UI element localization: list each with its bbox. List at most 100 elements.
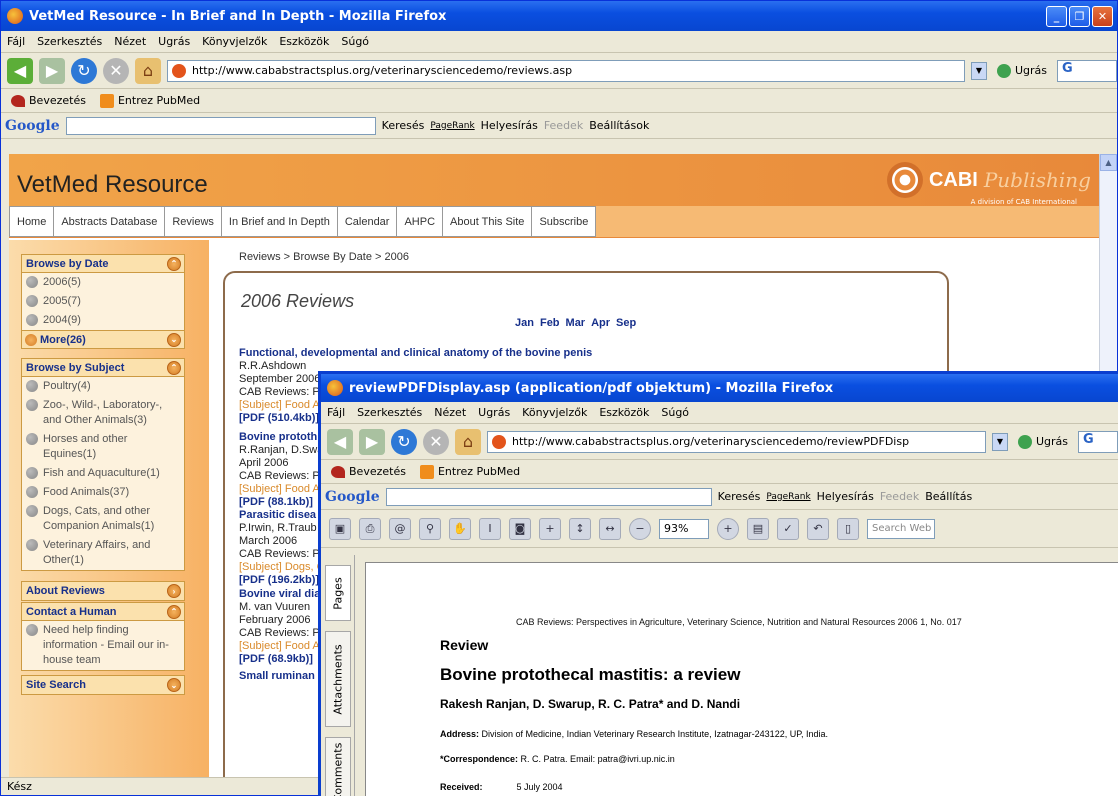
fit-width-icon[interactable]: ↔	[599, 517, 621, 540]
google-toolbar-input[interactable]	[65, 116, 376, 135]
bookmark-pubmed[interactable]: Entrez PubMed	[419, 464, 520, 479]
fit-page-icon[interactable]: ↕	[569, 517, 591, 540]
search-web-input[interactable]: Search Web	[867, 518, 935, 539]
bookmark-intro[interactable]: Bevezetés	[11, 94, 86, 107]
find-icon[interactable]: ⚲	[419, 517, 441, 540]
tab-pages[interactable]: Pages	[325, 565, 351, 621]
search-button[interactable]: Keresés	[718, 490, 761, 503]
nav-ahpc[interactable]: AHPC	[397, 206, 444, 237]
print-icon[interactable]: ⎙	[359, 517, 381, 540]
collapse-icon[interactable]: ⌃	[167, 256, 181, 271]
review-subject[interactable]: [Subject] Food A	[239, 640, 320, 653]
stop-icon[interactable]: ✕	[423, 428, 449, 455]
review-title[interactable]: Bovine viral dia	[239, 588, 320, 601]
cabi-logo[interactable]: CABI Publishing A division of CAB Intern…	[886, 162, 1091, 206]
reload-icon[interactable]: ↻	[391, 428, 417, 455]
subject-item[interactable]: Dogs, Cats, and other Companion Animals(…	[22, 502, 184, 536]
tab-comments[interactable]: Comments	[325, 737, 351, 796]
expand-icon[interactable]: ⌄	[167, 678, 181, 692]
subject-item[interactable]: Fish and Aquaculture(1)	[22, 464, 184, 483]
zoom-level-field[interactable]: 93%	[659, 518, 709, 539]
menu-tools[interactable]: Eszközök	[599, 406, 649, 419]
back-arrow-icon[interactable]: ◀	[7, 57, 33, 84]
menu-tools[interactable]: Eszközök	[279, 35, 329, 48]
menu-file[interactable]: Fájl	[327, 406, 345, 419]
bookmark-intro[interactable]: Bevezetés	[331, 465, 406, 478]
site-title[interactable]: VetMed Resource	[17, 171, 208, 199]
menu-edit[interactable]: Szerkesztés	[37, 35, 102, 48]
undo-icon[interactable]: ↶	[807, 517, 829, 540]
page-layout-icon[interactable]: ▤	[747, 517, 769, 540]
menu-go[interactable]: Ugrás	[478, 406, 510, 419]
zoom-out-icon[interactable]: −	[629, 517, 651, 540]
menu-go[interactable]: Ugrás	[158, 35, 190, 48]
maximize-button[interactable]: ❐	[1069, 5, 1090, 27]
bookmark-pubmed[interactable]: Entrez PubMed	[99, 93, 200, 108]
menu-bookmarks[interactable]: Könyvjelzők	[202, 35, 267, 48]
collapse-icon[interactable]: ⌃	[167, 604, 181, 619]
menu-file[interactable]: Fájl	[7, 35, 25, 48]
menu-view[interactable]: Nézet	[114, 35, 146, 48]
zoom-in-tool-icon[interactable]: +	[539, 517, 561, 540]
nav-about[interactable]: About This Site	[443, 206, 533, 237]
search-button[interactable]: Keresés	[382, 119, 425, 132]
browse-by-subject-header[interactable]: Browse by Subject ⌃	[22, 359, 184, 377]
menu-help[interactable]: Súgó	[341, 35, 369, 48]
collapse-icon[interactable]: ⌃	[167, 360, 181, 375]
expand-icon[interactable]: ⌄	[167, 332, 181, 347]
address-dropdown-icon[interactable]: ▼	[991, 432, 1008, 451]
spellcheck-button[interactable]: Helyesírás	[817, 490, 874, 503]
contact-item[interactable]: Need help finding information - Email ou…	[22, 621, 184, 670]
review-title[interactable]: Parasitic disea	[239, 509, 325, 522]
settings-button[interactable]: Beállítás	[925, 490, 972, 503]
forward-arrow-icon[interactable]: ▶	[359, 428, 385, 455]
google-toolbar-input[interactable]	[385, 487, 712, 506]
review-pdf-link[interactable]: [PDF (88.1kb)]	[239, 496, 323, 509]
subject-item[interactable]: Horses and other Equines(1)	[22, 430, 184, 464]
arrow-right-icon[interactable]: ›	[167, 584, 181, 598]
nav-abstracts[interactable]: Abstracts Database	[54, 206, 166, 237]
more-dates[interactable]: More(26) ⌄	[22, 330, 184, 348]
stop-icon[interactable]: ✕	[103, 57, 129, 84]
menu-edit[interactable]: Szerkesztés	[357, 406, 422, 419]
menu-view[interactable]: Nézet	[434, 406, 466, 419]
feeds-button[interactable]: Feedek	[880, 490, 919, 503]
pagerank-indicator[interactable]: PageRank	[430, 121, 474, 131]
minimize-button[interactable]: _	[1046, 5, 1067, 27]
settings-button[interactable]: Beállítások	[589, 119, 649, 132]
close-button[interactable]: ✕	[1092, 5, 1113, 27]
date-item[interactable]: 2006(5)	[22, 273, 184, 292]
snapshot-icon[interactable]: ◙	[509, 517, 531, 540]
go-button[interactable]: Ugrás	[1014, 434, 1072, 449]
home-icon[interactable]: ⌂	[135, 57, 161, 84]
google-logo[interactable]: Google	[325, 489, 380, 505]
home-icon[interactable]: ⌂	[455, 428, 481, 455]
document-icon[interactable]: ▯	[837, 517, 859, 540]
nav-in-brief[interactable]: In Brief and In Depth	[221, 206, 338, 237]
review-pdf-link[interactable]: [PDF (68.9kb)]	[239, 653, 320, 666]
breadcrumb[interactable]: Reviews > Browse By Date > 2006	[239, 251, 409, 263]
scroll-up-icon[interactable]: ▲	[1100, 154, 1117, 171]
google-search-box[interactable]: G	[1078, 430, 1118, 453]
about-reviews-header[interactable]: About Reviews ›	[22, 582, 184, 600]
address-bar[interactable]: http://www.cababstractsplus.org/veterina…	[167, 59, 965, 82]
nav-reviews[interactable]: Reviews	[165, 206, 222, 237]
subject-item[interactable]: Food Animals(37)	[22, 483, 184, 502]
hand-tool-icon[interactable]: ✋	[449, 517, 471, 540]
google-logo[interactable]: Google	[5, 118, 60, 134]
month-link[interactable]: Mar	[566, 317, 586, 329]
address-dropdown-icon[interactable]: ▼	[970, 61, 987, 80]
contact-header[interactable]: Contact a Human ⌃	[22, 603, 184, 621]
date-item[interactable]: 2004(9)	[22, 311, 184, 330]
spellcheck-icon[interactable]: ✓	[777, 517, 799, 540]
spellcheck-button[interactable]: Helyesírás	[481, 119, 538, 132]
month-link[interactable]: Sep	[616, 317, 636, 329]
review-title[interactable]: Functional, developmental and clinical a…	[239, 347, 592, 360]
nav-calendar[interactable]: Calendar	[337, 206, 398, 237]
back-arrow-icon[interactable]: ◀	[327, 428, 353, 455]
nav-home[interactable]: Home	[9, 206, 55, 237]
month-link[interactable]: Jan	[515, 317, 534, 329]
pagerank-indicator[interactable]: PageRank	[766, 492, 810, 502]
go-button[interactable]: Ugrás	[993, 63, 1051, 78]
google-search-box[interactable]: G	[1057, 59, 1117, 82]
